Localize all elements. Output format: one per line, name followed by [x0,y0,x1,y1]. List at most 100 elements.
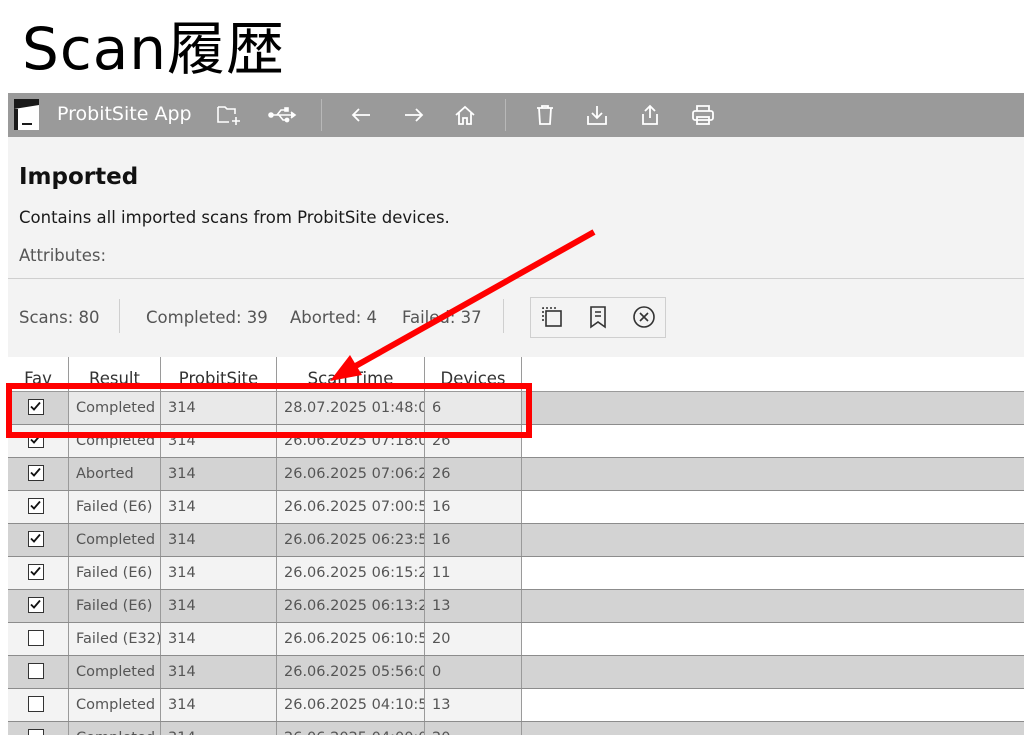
scan-time-cell: 26.06.2025 07:06:27 [277,458,425,490]
devices-cell: 11 [425,557,522,589]
forward-arrow-icon[interactable] [398,99,430,131]
column-header-probitsite[interactable]: ProbitSite [161,357,277,392]
home-icon[interactable] [449,99,481,131]
row-filler [522,722,1024,735]
upload-icon[interactable] [634,99,666,131]
fav-cell [8,458,69,490]
aborted-count: Aborted: 4 [290,308,378,327]
fav-checkbox[interactable] [28,432,44,448]
devices-cell: 20 [425,722,522,735]
scan-time-cell: 26.06.2025 06:10:57 [277,623,425,655]
fav-checkbox[interactable] [28,564,44,580]
toolbar-separator [505,99,506,131]
table-row[interactable]: Completed 314 26.06.2025 06:23:59 16 [8,524,1024,557]
fav-checkbox[interactable] [28,498,44,514]
scan-time-cell: 28.07.2025 01:48:02 [277,392,425,424]
devices-cell: 20 [425,623,522,655]
new-folder-icon[interactable] [213,99,245,131]
attributes-label: Attributes: [19,246,107,265]
result-cell: Failed (E6) [69,557,161,589]
result-cell: Completed [69,656,161,688]
fav-cell [8,689,69,721]
back-arrow-icon[interactable] [345,99,377,131]
print-icon[interactable] [687,99,719,131]
probitsite-cell: 314 [161,392,277,424]
devices-cell: 26 [425,458,522,490]
devices-cell: 6 [425,392,522,424]
fav-cell [8,722,69,735]
table-row[interactable]: Failed (E6) 314 26.06.2025 06:15:25 11 [8,557,1024,590]
table-row[interactable]: Failed (E6) 314 26.06.2025 07:00:53 16 [8,491,1024,524]
failed-count: Failed: 37 [402,308,482,327]
fav-checkbox[interactable] [28,465,44,481]
result-cell: Failed (E6) [69,590,161,622]
result-cell: Completed [69,425,161,457]
fav-cell [8,656,69,688]
fav-checkbox[interactable] [28,399,44,415]
probitsite-cell: 314 [161,656,277,688]
table-row[interactable]: Completed 314 26.06.2025 05:56:04 0 [8,656,1024,689]
scan-time-cell: 26.06.2025 07:18:05 [277,425,425,457]
devices-cell: 16 [425,491,522,523]
completed-count: Completed: 39 [146,308,268,327]
fav-checkbox[interactable] [28,531,44,547]
action-toolbar [530,297,666,338]
probitsite-cell: 314 [161,722,277,735]
fav-cell [8,623,69,655]
divider [8,278,1024,279]
devices-cell: 16 [425,524,522,556]
cancel-icon[interactable] [629,302,659,332]
page-description: Contains all imported scans from ProbitS… [19,208,450,227]
scan-time-cell: 26.06.2025 04:00:01 [277,722,425,735]
stats-separator [503,299,504,333]
title-bar: ProbitSite App [8,93,1024,137]
probitsite-cell: 314 [161,491,277,523]
row-filler [522,524,1024,556]
result-cell: Aborted [69,458,161,490]
fav-checkbox[interactable] [28,597,44,613]
table-row[interactable]: Completed 314 26.06.2025 07:18:05 26 [8,425,1024,458]
table-row[interactable]: Aborted 314 26.06.2025 07:06:27 26 [8,458,1024,491]
select-all-icon[interactable] [537,302,567,332]
download-icon[interactable] [581,99,613,131]
table-row[interactable]: Failed (E6) 314 26.06.2025 06:13:22 13 [8,590,1024,623]
column-header-scan-time[interactable]: Scan Time [277,357,425,392]
result-cell: Failed (E32) [69,623,161,655]
row-filler [522,656,1024,688]
app-name: ProbitSite App [57,103,192,125]
table-row[interactable]: Failed (E32) 314 26.06.2025 06:10:57 20 [8,623,1024,656]
table-body: Completed 314 28.07.2025 01:48:02 6 Complete… [8,392,1024,735]
probitsite-cell: 314 [161,557,277,589]
fav-checkbox[interactable] [28,630,44,646]
row-filler [522,623,1024,655]
scans-table: Fav Result ProbitSite Scan Time Devices … [8,357,1024,735]
fav-cell [8,524,69,556]
result-cell: Failed (E6) [69,491,161,523]
column-header-result[interactable]: Result [69,357,161,392]
fav-checkbox[interactable] [28,663,44,679]
fav-cell [8,491,69,523]
result-cell: Completed [69,392,161,424]
probitsite-cell: 314 [161,689,277,721]
slide-title: Scan履歴 [22,15,286,83]
scans-count: Scans: 80 [19,308,100,327]
fav-cell [8,557,69,589]
column-header-fav[interactable]: Fav [8,357,69,392]
column-header-devices[interactable]: Devices [425,357,522,392]
row-filler [522,689,1024,721]
row-filler [522,392,1024,424]
fav-cell [8,392,69,424]
result-cell: Completed [69,524,161,556]
bookmark-icon[interactable] [583,302,613,332]
usb-icon[interactable] [266,99,298,131]
table-row[interactable]: Completed 314 26.06.2025 04:10:58 13 [8,689,1024,722]
fav-checkbox[interactable] [28,696,44,712]
probitsite-cell: 314 [161,524,277,556]
fav-checkbox[interactable] [28,729,44,735]
stats-separator [119,299,120,333]
table-row[interactable]: Completed31426.06.2025 04:00:0120 [8,722,1024,735]
scan-time-cell: 26.06.2025 06:23:59 [277,524,425,556]
table-row[interactable]: Completed 314 28.07.2025 01:48:02 6 [8,392,1024,425]
devices-cell: 13 [425,689,522,721]
delete-icon[interactable] [529,99,561,131]
